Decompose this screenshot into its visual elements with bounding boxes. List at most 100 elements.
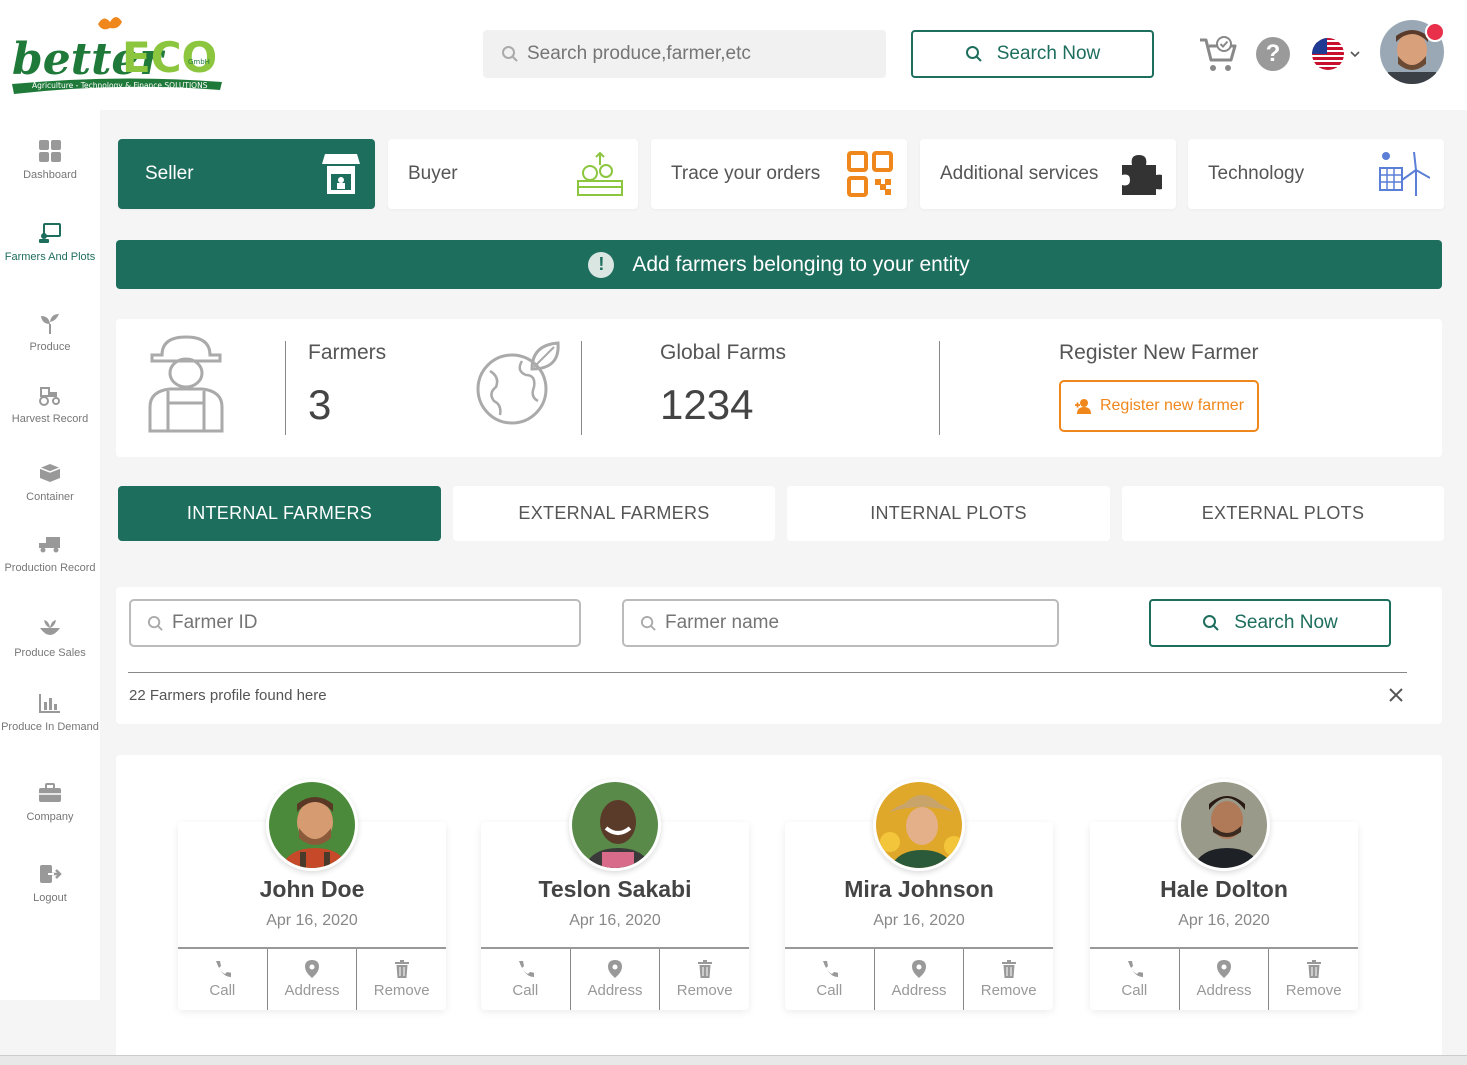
sidebar-item-farmers-and-plots[interactable]: Farmers And Plots <box>0 222 100 264</box>
briefcase-icon <box>39 783 61 802</box>
language-selector[interactable] <box>1311 37 1361 71</box>
help-icon[interactable]: ? <box>1256 37 1290 71</box>
address-button[interactable]: Address <box>875 949 965 1010</box>
sidebar-item-label: Production Record <box>4 562 96 574</box>
sidebar-item-label: Farmers And Plots <box>4 251 96 263</box>
sidebar-item-produce-sales[interactable]: Produce Sales <box>0 618 100 660</box>
sidebar-item-logout[interactable]: Logout <box>0 863 100 905</box>
info-banner: ! Add farmers belonging to your entity <box>116 240 1442 289</box>
farmer-avatar <box>569 779 661 871</box>
tab-internal-plots[interactable]: INTERNAL PLOTS <box>787 486 1110 541</box>
tab-seller[interactable]: Seller <box>118 139 375 209</box>
sidebar-item-label: Produce <box>29 341 71 353</box>
chevron-down-icon <box>1350 51 1360 58</box>
farmer-cards-panel: John Doe Apr 16, 2020 Call Address Remov… <box>116 755 1442 1065</box>
farmers-count-value: 3 <box>308 381 332 428</box>
location-pin-icon <box>912 960 926 978</box>
farmer-card[interactable]: John Doe Apr 16, 2020 Call Address Remov… <box>178 779 446 1010</box>
filter-search-label: Search Now <box>1234 612 1338 633</box>
cart-icon[interactable] <box>1198 36 1238 74</box>
remove-button[interactable]: Remove <box>357 949 446 1010</box>
tab-label: Technology <box>1208 163 1305 184</box>
farmer-date: Apr 16, 2020 <box>1178 912 1270 929</box>
brand-logo[interactable]: better ECO GmbH Agriculture - Technology… <box>10 12 230 98</box>
trash-icon <box>394 960 409 978</box>
global-farms-value: 1234 <box>660 381 754 428</box>
chart-icon <box>39 694 60 713</box>
stats-divider <box>581 341 582 435</box>
phone-icon <box>519 961 535 977</box>
farmer-id-input[interactable] <box>172 612 532 634</box>
stats-divider <box>939 341 940 435</box>
logout-icon <box>40 865 62 883</box>
call-button[interactable]: Call <box>785 949 875 1010</box>
search-now-label: Search Now <box>996 43 1101 64</box>
svg-text:Agriculture - Technology & Fin: Agriculture - Technology & Finance SOLUT… <box>32 81 208 90</box>
farmer-date: Apr 16, 2020 <box>873 912 965 929</box>
card-actions: Call Address Remove <box>481 947 749 1010</box>
sidebar-item-produce-in-demand[interactable]: Produce In Demand <box>0 692 100 734</box>
tab-technology[interactable]: Technology <box>1188 139 1444 209</box>
phone-icon <box>823 961 839 977</box>
qr-icon <box>847 151 893 197</box>
farmer-filter-panel: Search Now 22 Farmers profile found here <box>116 587 1442 724</box>
sidebar-item-produce[interactable]: Produce <box>0 312 100 354</box>
farmer-name: Mira Johnson <box>844 876 994 902</box>
tab-buyer[interactable]: Buyer <box>388 139 638 209</box>
tab-additional-services[interactable]: Additional services <box>920 139 1176 209</box>
truck-icon <box>39 537 60 553</box>
sidebar: Dashboard Farmers And Plots Produce Harv… <box>0 110 100 1000</box>
address-button[interactable]: Address <box>571 949 661 1010</box>
call-button[interactable]: Call <box>481 949 571 1010</box>
remove-button[interactable]: Remove <box>1269 949 1358 1010</box>
farmer-name-input[interactable] <box>665 612 1025 634</box>
location-pin-icon <box>608 960 622 978</box>
address-button[interactable]: Address <box>268 949 358 1010</box>
farmer-name-box[interactable] <box>622 599 1059 647</box>
sidebar-item-production-record[interactable]: Production Record <box>0 533 100 575</box>
register-farmer-button[interactable]: Register new farmer <box>1059 380 1259 432</box>
close-icon[interactable] <box>1386 685 1406 705</box>
remove-button[interactable]: Remove <box>964 949 1053 1010</box>
call-button[interactable]: Call <box>1090 949 1180 1010</box>
search-icon <box>1203 615 1219 631</box>
sidebar-item-company[interactable]: Company <box>0 782 100 824</box>
call-button[interactable]: Call <box>178 949 268 1010</box>
filter-search-button[interactable]: Search Now <box>1149 599 1391 647</box>
svg-text:GmbH: GmbH <box>188 58 210 66</box>
card-actions: Call Address Remove <box>178 947 446 1010</box>
remove-button[interactable]: Remove <box>660 949 749 1010</box>
farmer-card[interactable]: Hale Dolton Apr 16, 2020 Call Address Re… <box>1090 779 1358 1010</box>
farmer-avatar <box>1178 779 1270 871</box>
location-pin-icon <box>305 960 319 978</box>
farmer-card[interactable]: Mira Johnson Apr 16, 2020 Call Address R… <box>785 779 1053 1010</box>
sidebar-item-label: Company <box>26 811 74 823</box>
results-count-text: 22 Farmers profile found here <box>129 687 327 704</box>
sidebar-item-container[interactable]: Container <box>0 462 100 504</box>
sidebar-item-label: Harvest Record <box>11 413 89 425</box>
sidebar-item-label: Logout <box>33 892 67 904</box>
farmer-id-box[interactable] <box>129 599 581 647</box>
farmer-card[interactable]: Teslon Sakabi Apr 16, 2020 Call Address … <box>481 779 749 1010</box>
global-farms-label: Global Farms <box>660 341 787 364</box>
card-actions: Call Address Remove <box>1090 947 1358 1010</box>
tractor-icon <box>39 387 60 406</box>
tab-external-farmers[interactable]: EXTERNAL FARMERS <box>453 486 775 541</box>
tab-internal-farmers[interactable]: INTERNAL FARMERS <box>118 486 441 541</box>
tab-label: Buyer <box>408 163 458 184</box>
add-user-icon <box>1074 399 1091 414</box>
farmer-name: Hale Dolton <box>1160 876 1288 902</box>
global-search-input[interactable] <box>527 43 867 65</box>
sidebar-item-label: Produce In Demand <box>1 721 99 733</box>
address-button[interactable]: Address <box>1180 949 1270 1010</box>
farmers-icon <box>39 223 61 243</box>
sidebar-item-label: Dashboard <box>23 169 77 181</box>
tab-trace-orders[interactable]: Trace your orders <box>651 139 907 209</box>
tab-external-plots[interactable]: EXTERNAL PLOTS <box>1122 486 1444 541</box>
register-new-farmer-label: Register New Farmer <box>1059 341 1259 364</box>
global-search-box[interactable] <box>483 30 886 78</box>
sidebar-item-harvest-record[interactable]: Harvest Record <box>0 384 100 426</box>
sprout-icon <box>41 314 59 334</box>
sidebar-item-dashboard[interactable]: Dashboard <box>0 140 100 182</box>
search-now-button[interactable]: Search Now <box>911 30 1154 78</box>
